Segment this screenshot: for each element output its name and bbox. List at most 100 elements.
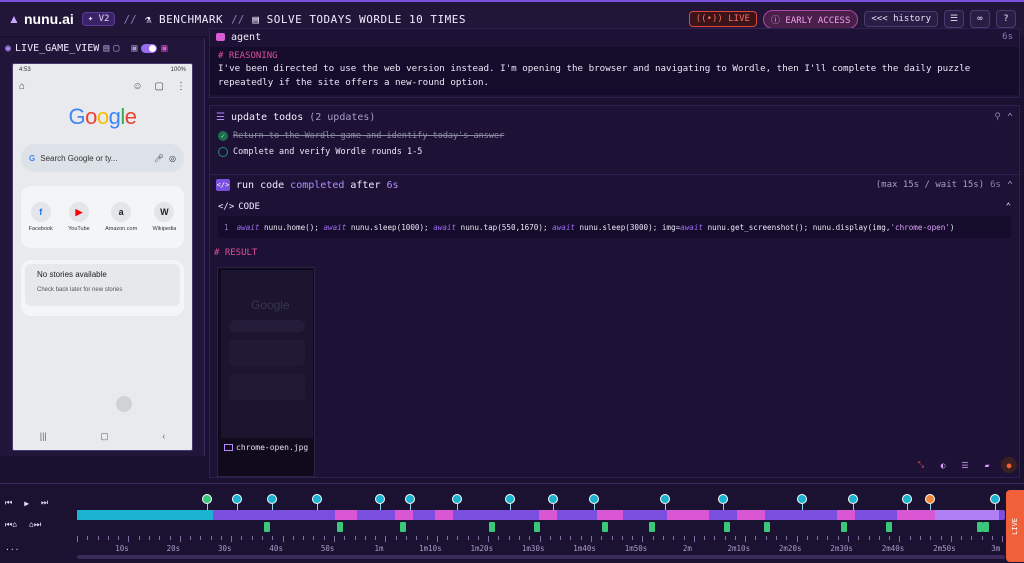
timeline-event[interactable] — [264, 522, 270, 532]
timeline-scrollbar[interactable] — [77, 555, 1005, 559]
jump-end-icon[interactable]: ⌂⏭ — [29, 520, 41, 530]
timeline-marker[interactable] — [452, 494, 462, 504]
logo[interactable]: ▲ nunu.ai — [8, 11, 74, 27]
ruler-label: 3m — [991, 544, 1001, 553]
timeline-event[interactable] — [602, 522, 608, 532]
breadcrumb-benchmark[interactable]: ⚗ BENCHMARK — [145, 13, 223, 26]
account-icon[interactable]: ☺ — [132, 81, 142, 92]
timeline-event[interactable] — [400, 522, 406, 532]
shortcut-wikipedia[interactable]: W Wikipedia — [152, 202, 176, 232]
ruler-tick — [632, 536, 634, 540]
segment-step[interactable] — [335, 510, 357, 520]
skip-back-icon[interactable]: ⏮ — [5, 498, 12, 508]
home-icon[interactable]: ⌂ — [19, 81, 25, 92]
timeline-event[interactable] — [489, 522, 495, 532]
segment-step[interactable] — [395, 510, 413, 520]
shortcut-youtube[interactable]: ▶ YouTube — [68, 202, 90, 232]
timeline-marker-stem — [995, 504, 996, 510]
breadcrumb-task[interactable]: ▤ SOLVE TODAYS WORDLE 10 TIMES — [252, 13, 466, 26]
segment-step[interactable] — [667, 510, 709, 520]
live-tab[interactable]: LIVE — [1006, 490, 1024, 562]
timeline-marker[interactable] — [405, 494, 415, 504]
list-icon[interactable]: ☰ — [957, 457, 973, 473]
shortcut-facebook[interactable]: f Facebook — [29, 202, 53, 232]
live-indicator[interactable]: ((•)) LIVE — [688, 11, 757, 27]
help-button[interactable]: ? — [996, 10, 1016, 28]
timeline-marker[interactable] — [267, 494, 277, 504]
timeline-event[interactable] — [886, 522, 892, 532]
ruler-tick — [693, 536, 695, 542]
folder-icon[interactable]: ▰ — [979, 457, 995, 473]
segment-step[interactable] — [737, 510, 765, 520]
timeline-marker[interactable] — [718, 494, 728, 504]
clipboard-icon[interactable]: ▤ — [103, 43, 109, 54]
timeline-marker[interactable] — [990, 494, 1000, 504]
settings-sliders-icon[interactable]: ☰ — [944, 10, 964, 28]
ruler-label: 2m40s — [881, 544, 905, 553]
phone-status-bar: 4:53 100% — [13, 64, 192, 76]
timeline-marker[interactable] — [312, 494, 322, 504]
history-button[interactable]: <<< history — [864, 11, 938, 27]
more-vert-icon[interactable]: ⋮ — [176, 81, 186, 92]
play-icon[interactable]: ▶ — [24, 499, 29, 508]
segment-current[interactable] — [935, 510, 999, 520]
timeline-marker[interactable] — [797, 494, 807, 504]
link-icon[interactable]: ∞ — [970, 10, 990, 28]
timeline-event[interactable] — [649, 522, 655, 532]
timeline-marker[interactable] — [660, 494, 670, 504]
stories-subtitle: Check back later for new stories — [37, 287, 123, 293]
timeline-event[interactable] — [841, 522, 847, 532]
line-number: 1 — [224, 222, 229, 232]
google-search-bar[interactable]: G Search Google or ty... 🎤︎ ◎ — [21, 144, 184, 172]
pin-icon[interactable]: ⚲ — [994, 112, 1001, 122]
timeline-marker[interactable] — [232, 494, 242, 504]
ruler-tick — [447, 536, 449, 540]
jump-start-icon[interactable]: ⏮⌂ — [5, 520, 17, 530]
collapse-arrows-icon[interactable]: ⤡ — [913, 457, 929, 473]
recents-icon[interactable]: ||| — [40, 431, 47, 442]
skip-forward-icon[interactable]: ⏭ — [41, 498, 48, 508]
ruler-tick — [395, 536, 397, 540]
timeline-track[interactable] — [77, 510, 1005, 520]
timeline-marker[interactable] — [848, 494, 858, 504]
timeline-event[interactable] — [534, 522, 540, 532]
lens-icon[interactable]: ◎ — [169, 154, 176, 163]
more-icon[interactable]: ... — [5, 543, 19, 552]
timeline-event[interactable] — [724, 522, 730, 532]
bot-icon[interactable]: ▣ — [161, 43, 167, 54]
result-thumbnail[interactable]: Google chrome-open.jpg — [217, 267, 315, 477]
shortcut-amazon[interactable]: a Amazon.com — [105, 202, 137, 232]
back-icon[interactable]: ‹ — [162, 431, 165, 442]
timeline-event[interactable] — [337, 522, 343, 532]
gamepad-icon[interactable]: ◐ — [935, 457, 951, 473]
collapse-code-icon[interactable]: ⌃ — [1006, 202, 1011, 212]
segment-step[interactable] — [539, 510, 557, 520]
timeline-marker[interactable] — [589, 494, 599, 504]
segment-step[interactable] — [597, 510, 623, 520]
early-access-badge[interactable]: ⓘ EARLY ACCESS — [762, 9, 859, 29]
ruler-tick — [848, 536, 849, 542]
timeline-marker[interactable] — [375, 494, 385, 504]
mic-icon[interactable]: 🎤︎ — [154, 154, 164, 163]
timeline-marker[interactable] — [548, 494, 558, 504]
record-icon[interactable]: ▣ — [131, 43, 137, 54]
phone-screen[interactable]: 4:53 100% ⌂ ☺ ▢ ⋮ Google G Search Google… — [12, 63, 193, 451]
ruler-tick — [498, 536, 500, 540]
timeline-event[interactable] — [983, 522, 989, 532]
timeline-marker[interactable] — [902, 494, 912, 504]
square-icon[interactable]: ▢ — [113, 43, 119, 54]
timeline-marker[interactable] — [925, 494, 935, 504]
timeline-marker[interactable] — [505, 494, 515, 504]
segment-initial[interactable] — [77, 510, 213, 520]
tabs-icon[interactable]: ▢ — [155, 81, 164, 92]
ruler-tick — [477, 536, 479, 540]
timeline-marker[interactable] — [202, 494, 212, 504]
collapse-icon[interactable]: ⌃ — [1007, 180, 1013, 191]
segment-step[interactable] — [435, 510, 453, 520]
collapse-icon[interactable]: ⌃ — [1007, 112, 1013, 123]
timeline-event[interactable] — [764, 522, 770, 532]
chat-icon[interactable]: ● — [1001, 457, 1017, 473]
segment-step[interactable] — [837, 510, 855, 520]
nav-home-icon[interactable]: ▢ — [100, 431, 109, 442]
view-toggle[interactable] — [141, 43, 158, 53]
